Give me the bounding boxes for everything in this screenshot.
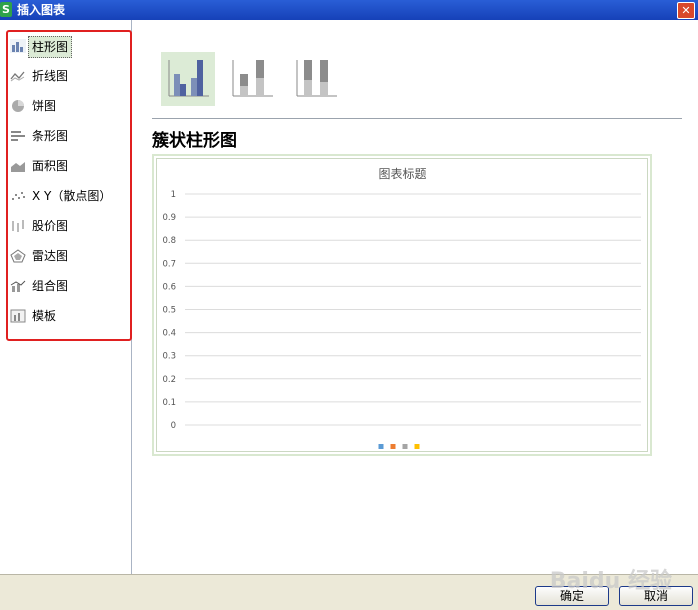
sidebar-item-scatter[interactable]: X Y（散点图） <box>8 186 120 206</box>
main-panel: 簇状柱形图 图表标题 1 0.9 0.8 0.7 0.6 0.5 0.4 0.3 0.2 0.1 0 <box>132 20 698 574</box>
title-bar: S 插入图表 ✕ <box>0 0 698 20</box>
y-tick-label: 0.2 <box>162 375 176 385</box>
y-tick-label: 0.6 <box>162 282 176 292</box>
y-tick-label: 0.9 <box>162 213 176 223</box>
divider <box>152 118 682 119</box>
legend-marker <box>390 444 396 449</box>
sidebar-item-label: X Y（散点图） <box>32 189 112 203</box>
y-tick-label: 0 <box>171 421 176 431</box>
sidebar-item-template[interactable]: 模板 <box>8 306 120 326</box>
legend-marker <box>402 444 408 449</box>
clustered-column-button[interactable] <box>161 52 215 106</box>
stacked-column-icon <box>232 60 273 97</box>
legend-marker <box>378 444 384 449</box>
sidebar-item-label: 组合图 <box>32 279 69 293</box>
sidebar-item-label: 雷达图 <box>32 249 69 263</box>
y-tick-label: 0.3 <box>162 352 176 362</box>
sidebar-item-radar[interactable]: 雷达图 <box>8 246 120 266</box>
sidebar-item-label: 折线图 <box>32 69 69 83</box>
y-tick-label: 1 <box>171 190 176 200</box>
scatter-chart-icon <box>12 192 25 200</box>
sidebar-item-column[interactable]: 柱形图 <box>8 36 120 58</box>
stock-chart-icon <box>12 220 24 232</box>
y-tick-label: 0.7 <box>162 259 176 269</box>
sidebar-item-label: 条形图 <box>32 129 69 143</box>
chart-subtype-heading: 簇状柱形图 <box>152 131 237 151</box>
chart-svg: 图表标题 1 0.9 0.8 0.7 0.6 0.5 0.4 0.3 0.2 0.1 0 <box>162 167 641 449</box>
chart-title: 图表标题 <box>378 167 426 181</box>
window-title: 插入图表 <box>17 3 66 17</box>
sidebar-item-label: 股价图 <box>32 219 69 233</box>
chart-preview-inner: 图表标题 1 0.9 0.8 0.7 0.6 0.5 0.4 0.3 0.2 0.1 0 <box>156 158 648 452</box>
sidebar-item-bar[interactable]: 条形图 <box>8 126 120 146</box>
sidebar-item-stock[interactable]: 股价图 <box>8 216 120 236</box>
y-tick-label: 0.4 <box>162 329 176 339</box>
stacked-column-button[interactable] <box>225 52 279 106</box>
y-tick-label: 0.1 <box>162 398 176 408</box>
y-tick-label: 0.8 <box>162 236 176 246</box>
legend-marker <box>414 444 420 449</box>
chart-type-sidebar: 柱形图 折线图 饼图 条形图 面积图 X Y（散点图） 股价图 雷达图 组合图 … <box>0 20 132 574</box>
sidebar-item-line[interactable]: 折线图 <box>8 66 120 86</box>
bar-chart-icon <box>11 131 25 141</box>
watermark: Baidu 经验 <box>549 569 672 594</box>
clustered-column-icon <box>168 60 209 97</box>
pie-chart-icon <box>12 100 24 112</box>
sidebar-item-label: 饼图 <box>32 99 57 113</box>
app-icon: S <box>0 2 12 17</box>
sidebar-item-combo[interactable]: 组合图 <box>8 276 120 296</box>
sidebar-item-label: 柱形图 <box>28 36 73 58</box>
area-chart-icon <box>11 162 25 172</box>
sidebar-item-pie[interactable]: 饼图 <box>8 96 120 116</box>
percent-stacked-column-button[interactable] <box>289 52 343 106</box>
sidebar-item-area[interactable]: 面积图 <box>8 156 120 176</box>
chart-preview: 图表标题 1 0.9 0.8 0.7 0.6 0.5 0.4 0.3 0.2 0.1 0 <box>152 154 652 456</box>
sidebar-item-label: 面积图 <box>32 159 69 173</box>
close-button[interactable]: ✕ <box>677 2 695 19</box>
radar-chart-icon <box>10 249 26 263</box>
percent-stacked-column-icon <box>296 60 337 97</box>
y-tick-label: 0.5 <box>162 306 176 316</box>
column-chart-icon <box>10 39 26 53</box>
combo-chart-icon <box>10 280 26 292</box>
template-icon <box>10 309 26 323</box>
sidebar-item-label: 模板 <box>32 309 57 323</box>
line-chart-icon <box>10 71 25 82</box>
